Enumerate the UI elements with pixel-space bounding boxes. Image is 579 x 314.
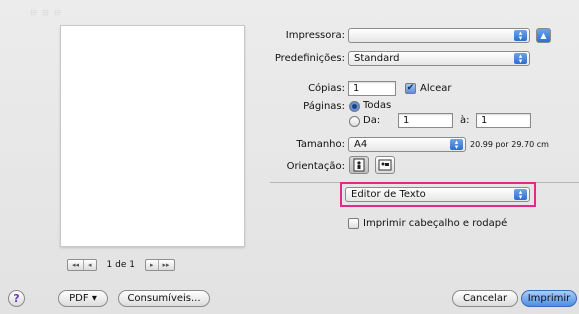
pages-to-field[interactable]: 1 [476, 113, 531, 128]
popup-arrows-icon: ▴ ▾ [514, 52, 527, 64]
pages-from-label: Da: [363, 115, 381, 126]
previous-page-button[interactable]: ◂ [83, 260, 96, 270]
help-icon: ? [13, 292, 20, 305]
supplies-label: Consumíveis... [127, 293, 201, 304]
printer-label: Impressora: [285, 30, 345, 41]
pages-all-radio[interactable] [349, 101, 360, 112]
print-preview [60, 25, 245, 247]
panel-popup[interactable]: Editor de Texto ▴ ▾ [345, 187, 530, 202]
presets-label: Predefinições: [274, 53, 345, 64]
cancel-button[interactable]: Cancelar [452, 290, 518, 307]
background-toolbar: ⊟ ⊟ ⊟ [30, 8, 61, 17]
pages-range-radio[interactable] [349, 116, 360, 127]
disclosure-up-icon: ▲ [540, 31, 547, 40]
print-label: Imprimir [527, 293, 571, 304]
popup-arrows-icon: ▴ ▾ [514, 188, 527, 200]
first-page-button[interactable]: ◂◂ [68, 260, 83, 270]
portrait-button[interactable] [349, 156, 369, 174]
orientation-label: Orientação: [286, 161, 345, 172]
collate-checkbox[interactable]: ✔ [405, 83, 416, 94]
preview-pager: ◂◂ ◂ 1 de 1 ▸ ▸▸ [67, 258, 237, 272]
page-indicator: 1 de 1 [106, 260, 135, 270]
pager-back-group: ◂◂ ◂ [67, 259, 97, 271]
copies-field[interactable]: 1 [348, 81, 396, 96]
presets-popup[interactable]: Standard ▴ ▾ [348, 51, 530, 66]
copies-value: 1 [353, 83, 360, 94]
presets-value: Standard [354, 53, 400, 64]
print-button[interactable]: Imprimir [521, 290, 577, 307]
paper-dimensions: 20.99 por 29.70 cm [470, 140, 549, 149]
header-footer-label: Imprimir cabeçalho e rodapé [363, 218, 508, 229]
supplies-button[interactable]: Consumíveis... [118, 290, 210, 307]
printer-popup[interactable]: ▴ ▾ [348, 28, 530, 43]
paper-size-label: Tamanho: [296, 139, 345, 150]
paper-size-popup[interactable]: A4 ▴ ▾ [348, 137, 466, 152]
pages-all-label: Todas [363, 100, 392, 111]
pages-from-value: 1 [403, 115, 410, 126]
landscape-button[interactable] [375, 156, 395, 174]
copies-label: Cópias: [308, 83, 345, 94]
help-button[interactable]: ? [8, 290, 25, 307]
header-footer-checkbox[interactable] [348, 218, 359, 229]
cancel-label: Cancelar [462, 293, 508, 304]
collate-label: Alcear [420, 83, 452, 94]
pages-from-field[interactable]: 1 [398, 113, 453, 128]
pdf-label: PDF ▾ [69, 293, 97, 304]
pdf-menu-button[interactable]: PDF ▾ [58, 290, 108, 307]
popup-arrows-icon: ▴ ▾ [450, 138, 463, 150]
expand-dialog-button[interactable]: ▲ [536, 28, 551, 43]
print-dialog: ⊟ ⊟ ⊟ ◂◂ ◂ 1 de 1 ▸ ▸▸ Impressora: ▴ ▾ ▲ Pr… [0, 0, 579, 314]
pages-to-label: à: [460, 115, 470, 126]
paper-size-value: A4 [354, 139, 368, 150]
pages-label: Páginas: [303, 101, 345, 112]
pages-to-value: 1 [481, 115, 488, 126]
portrait-icon [353, 158, 365, 172]
next-page-button[interactable]: ▸ [146, 260, 158, 270]
last-page-button[interactable]: ▸▸ [157, 260, 174, 270]
popup-arrows-icon: ▴ ▾ [514, 29, 527, 41]
pager-forward-group: ▸ ▸▸ [144, 259, 175, 271]
landscape-icon [378, 159, 392, 171]
panel-value: Editor de Texto [351, 189, 426, 200]
